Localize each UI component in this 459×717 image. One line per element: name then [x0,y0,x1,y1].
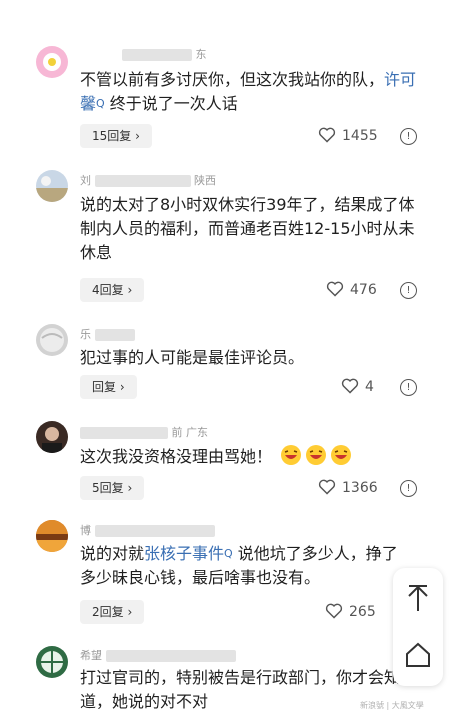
reply-button[interactable]: 回复 › [80,375,137,399]
comment-meta: 希望 [80,647,236,663]
avatar-landscape-icon [36,176,68,202]
reply-button[interactable]: 5回复 › [80,476,145,500]
comment-meta: 博 [80,522,215,538]
comment-meta: 乐 [80,326,135,342]
avatar[interactable] [36,520,68,552]
comment-text: 说的对就张核子事件Q 说他坑了多少人，挣了多少昧良心钱，最后啥事也没有。 [80,544,398,587]
more-options-icon[interactable]: ! [400,128,417,145]
search-link[interactable]: 张核子事件Q [144,544,233,563]
comment-meta: 刘 陕西 [80,174,216,187]
home-button[interactable] [393,630,443,680]
more-options-icon[interactable]: ! [400,282,417,299]
more-options-icon[interactable]: ! [400,379,417,396]
home-icon [406,642,430,667]
avatar[interactable] [36,46,68,78]
like-button[interactable]: 4 [341,377,374,397]
scroll-to-top-button[interactable] [393,574,443,624]
search-icon: Q [96,97,105,110]
redacted-username [122,49,192,61]
avatar[interactable] [36,170,68,202]
floating-action-panel [393,568,443,686]
comment-meta: 东 [122,46,207,62]
heart-icon [318,127,336,143]
watermark: 新浪號 | 大風文學 [360,701,424,710]
avatar-sphere-icon [40,328,64,352]
heart-icon [325,603,343,619]
redacted-username [105,650,236,662]
redacted-username [94,329,135,341]
avatar-sunset-icon [36,520,68,552]
like-button[interactable]: 476 [326,280,377,300]
redacted-username [80,427,168,439]
like-button[interactable]: 1366 [318,478,378,498]
more-options-icon[interactable]: ! [400,480,417,497]
comment-text: 犯过事的人可能是最佳评论员。 [80,348,305,367]
avatar-portrait-icon [42,427,62,453]
reply-button[interactable]: 2回复 › [80,600,145,624]
laughing-emoji-icon [306,445,327,465]
arrow-up-icon [408,585,428,611]
comment-text: 说的太对了8小时双休实行39年了，结果成了体制内人员的福利，而普通老百姓12-1… [80,195,415,262]
comment-text: 不管以前有多讨厌你，但这次我站你的队，许可馨Q 终于说了一次人话 [80,70,417,113]
reply-button[interactable]: 4回复 › [80,278,145,302]
comment-text: 这次我没资格没理由骂她！ [80,444,420,469]
like-button[interactable]: 1455 [318,126,378,146]
reply-button[interactable]: 15回复 › [80,124,152,148]
avatar[interactable] [36,646,68,678]
comment-meta: 前 广东 [80,424,208,440]
search-icon: Q [224,547,233,560]
avatar-globe-icon [41,651,63,673]
heart-icon [341,378,359,394]
heart-icon [318,479,336,495]
avatar[interactable] [36,421,68,453]
laughing-emoji-icon [281,445,302,465]
redacted-username [94,175,191,187]
redacted-username [94,525,215,537]
heart-icon [326,281,344,297]
laughing-emoji-icon [331,445,352,465]
like-button[interactable]: 265 [325,602,376,622]
avatar[interactable] [36,324,68,356]
avatar-flower-icon [43,53,61,71]
